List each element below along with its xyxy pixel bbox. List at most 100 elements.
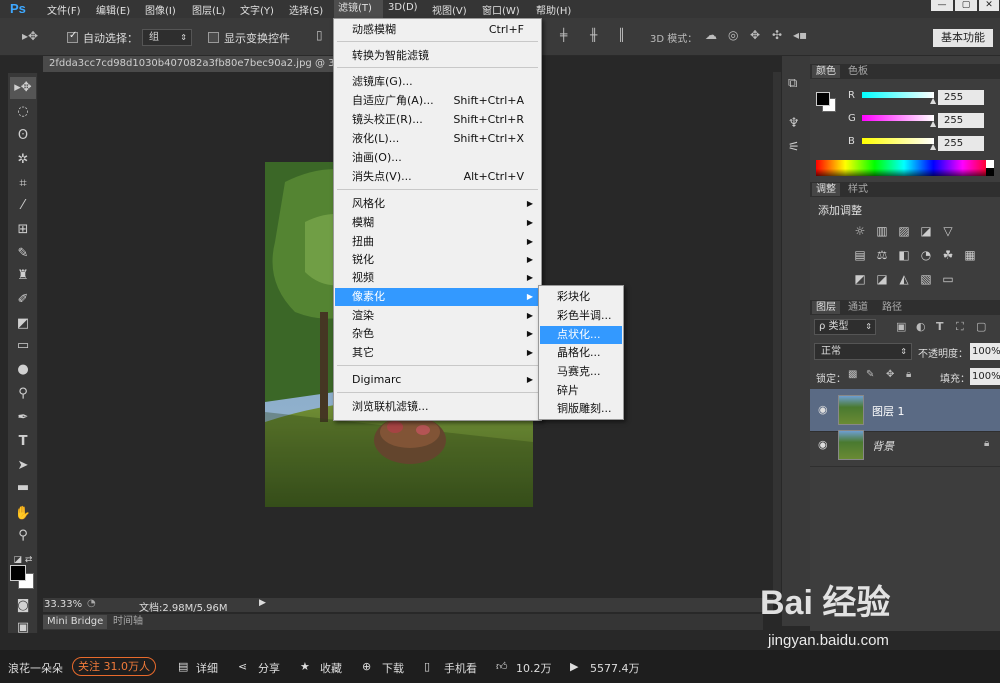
magic-wand-tool-icon[interactable]: ✲ [10,149,36,171]
submenu-item-facet[interactable]: 彩块化 [540,288,622,306]
move-tool-icon[interactable]: ▸✥ [22,29,38,43]
auto-select-dropdown[interactable]: 组 ⇕ [142,29,192,46]
move-tool-icon[interactable]: ▸✥ [10,77,36,99]
dodge-tool-icon[interactable]: ⚲ [10,383,36,405]
layer-kind-filter[interactable]: ρ 类型 ⇕ [814,319,876,335]
maximize-button[interactable]: ▢ [955,0,977,11]
menu-item-distort[interactable]: 扭曲 ▶ [335,233,540,251]
brightness-contrast-icon[interactable]: ☼ [852,224,868,238]
align-center-icon[interactable]: ╪ [560,28,567,42]
opacity-input[interactable]: 100% [970,343,1000,360]
tab-timeline[interactable]: 时间轴 [109,615,147,629]
quick-mask-icon[interactable]: ◙ [10,595,36,617]
tab-swatches[interactable]: 色板 [844,65,872,78]
menu-item-vanishing-point[interactable]: 消失点(V)... Alt+Ctrl+V [335,168,540,186]
filter-shape-icon[interactable]: ⛶ [956,320,964,334]
share-link[interactable]: 分享 [258,660,280,676]
eyedropper-tool-icon[interactable]: ⁄ [10,195,36,217]
3d-slide-icon[interactable]: ✣ [772,28,782,42]
clone-stamp-tool-icon[interactable]: ♜ [10,265,36,287]
history-panel-icon[interactable]: ⧉ [788,76,797,91]
download-link[interactable]: 下载 [382,660,404,676]
status-info-icon[interactable]: ◔ [87,598,96,609]
submenu-item-mosaic[interactable]: 马赛克... [540,363,622,381]
submenu-item-fragment[interactable]: 碎片 [540,382,622,400]
blur-tool-icon[interactable]: ● [10,359,36,381]
zoom-tool-icon[interactable]: ⚲ [10,525,36,547]
menu-edit[interactable]: 编辑(E) [96,2,130,17]
menu-item-motion-blur[interactable]: 动感模糊 Ctrl+F [335,21,540,39]
crop-tool-icon[interactable]: ⌗ [10,173,36,195]
menu-item-liquify[interactable]: 液化(L)... Shift+Ctrl+X [335,130,540,148]
show-transform-checkbox[interactable] [208,32,219,43]
vibrance-icon[interactable]: ▽ [940,224,956,238]
distribute-horizontal-icon[interactable]: ║ [618,28,625,42]
phone-view-link[interactable]: 手机看 [444,660,477,676]
selective-color-icon[interactable]: ▭ [940,272,956,286]
channel-r-thumb-icon[interactable]: ▲ [930,96,936,105]
close-button[interactable]: ✕ [979,0,999,11]
3d-pan-icon[interactable]: ✥ [750,28,760,42]
lasso-tool-icon[interactable]: ʘ [10,125,36,147]
submenu-item-mezzotint[interactable]: 铜版雕刻... [540,400,622,418]
like-count[interactable]: 10.2万 [516,660,552,676]
shape-tool-icon[interactable]: ▬ [10,477,36,499]
tab-color[interactable]: 颜色 [812,65,840,78]
menu-view[interactable]: 视图(V) [432,2,467,17]
3d-rotate-icon[interactable]: ☁ [705,28,717,42]
menu-item-digimarc[interactable]: Digimarc ▶ [335,371,540,389]
menu-item-adaptive-wide-angle[interactable]: 自适应广角(A)... Shift+Ctrl+A [335,92,540,110]
menu-item-blur[interactable]: 模糊 ▶ [335,214,540,232]
healing-brush-tool-icon[interactable]: ⊞ [10,219,36,241]
3d-roll-icon[interactable]: ◎ [728,28,738,42]
color-spectrum[interactable] [816,160,992,176]
menu-filter[interactable]: 滤镜(T) [334,0,383,18]
menu-item-sharpen[interactable]: 锐化 ▶ [335,251,540,269]
menu-file[interactable]: 文件(F) [47,2,81,17]
foreground-color-swatch[interactable] [10,565,26,581]
menu-select[interactable]: 选择(S) [289,2,323,17]
channel-g-value[interactable]: 255 [938,113,984,128]
invert-icon[interactable]: ◩ [852,272,868,286]
tab-mini-bridge[interactable]: Mini Bridge [43,615,108,629]
channel-mixer-icon[interactable]: ☘ [940,248,956,262]
menu-item-other[interactable]: 其它 ▶ [335,344,540,362]
zoom-level[interactable]: 33.33% [44,599,82,610]
menu-item-lens-correction[interactable]: 镜头校正(R)... Shift+Ctrl+R [335,111,540,129]
brush-tool-icon[interactable]: ✎ [10,243,36,265]
threshold-icon[interactable]: ◭ [896,272,912,286]
menu-3d[interactable]: 3D(D) [388,2,418,13]
layer-name[interactable]: 图层 1 [872,403,905,419]
menu-image[interactable]: 图像(I) [145,2,176,17]
tab-adjustments[interactable]: 调整 [812,183,840,196]
eraser-tool-icon[interactable]: ◩ [10,313,36,335]
tab-layers[interactable]: 图层 [812,301,840,314]
blend-mode-dropdown[interactable]: 正常 ⇕ [814,343,912,360]
3d-scale-icon[interactable]: ◂▪ [793,28,807,42]
color-panel-foreground-swatch[interactable] [816,92,830,106]
align-icon[interactable]: ▯ [316,28,323,42]
pen-tool-icon[interactable]: ✒ [10,407,36,429]
hand-tool-icon[interactable]: ✋ [10,503,36,525]
path-selection-tool-icon[interactable]: ➤ [10,455,36,477]
menu-item-filter-gallery[interactable]: 滤镜库(G)... [335,73,540,91]
filter-smart-object-icon[interactable]: ▢ [976,320,986,333]
channel-r-slider[interactable] [862,92,934,98]
filter-pixel-icon[interactable]: ▣ [896,320,906,333]
author-name[interactable]: 浪花一朵朵 [8,660,63,676]
minimize-button[interactable]: — [931,0,953,11]
spectrum-black-swatch[interactable] [986,168,994,176]
layer-name[interactable]: 背景 [872,438,894,454]
spectrum-white-swatch[interactable] [986,160,994,168]
screen-mode-icon[interactable]: ▣ [10,617,36,639]
document-tab[interactable]: 2fdda3cc7cd98d1030b407082a3fb80e7bec90a2… [43,56,333,72]
follow-button[interactable]: 关注 31.0万人 [72,657,156,676]
menu-item-stylize[interactable]: 风格化 ▶ [335,195,540,213]
detail-link[interactable]: 详细 [196,660,218,676]
hue-saturation-icon[interactable]: ▤ [852,248,868,262]
submenu-item-pointillize[interactable]: 点状化... [540,326,622,344]
lock-all-icon[interactable]: 🔒︎ [906,369,911,380]
eye-icon[interactable]: ◉ [818,438,828,451]
layer-row[interactable]: ◉ 背景 🔒︎ [810,424,1000,467]
lock-position-icon[interactable]: ✥ [886,369,894,380]
